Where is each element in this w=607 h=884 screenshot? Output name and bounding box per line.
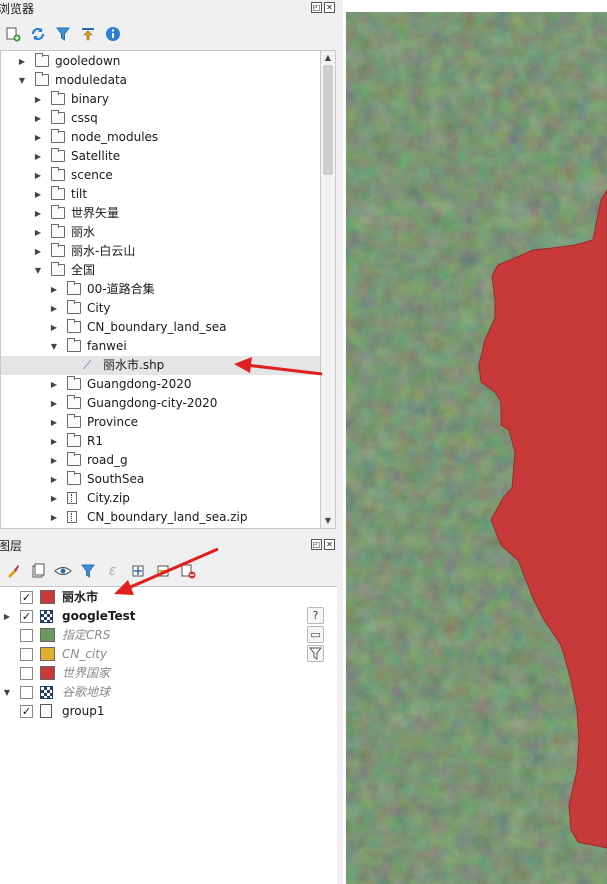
map-render [343, 0, 607, 884]
annotation-overlay [114, 357, 323, 595]
annotation-arrow-shaft [245, 363, 323, 376]
annotation-arrow-shaft [125, 547, 219, 591]
left-dock: 浏览器 ◰ ✕ ▶ gooledown ▼ moduledata ▶ binary ▶ css… [0, 0, 337, 884]
annotation-arrow-head [234, 357, 252, 373]
map-canvas[interactable] [343, 0, 607, 884]
annotation-arrow-head [114, 580, 134, 595]
